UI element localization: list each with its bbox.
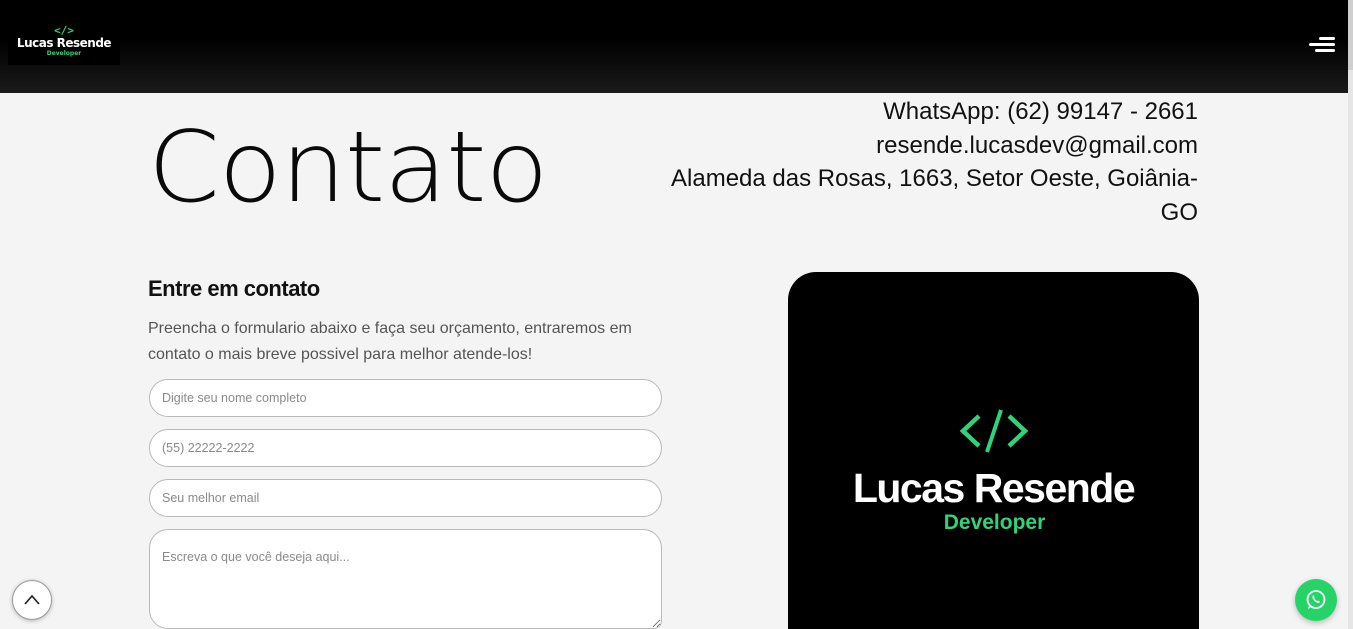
contact-info: WhatsApp: (62) 99147 - 2661 resende.luca… — [660, 95, 1198, 229]
form-title: Entre em contato — [148, 276, 320, 301]
phone-field[interactable] — [149, 429, 662, 467]
whatsapp-icon — [1306, 590, 1326, 609]
code-brackets-icon — [788, 406, 1199, 460]
site-header: </> Lucas Resende Developer — [0, 0, 1348, 93]
card-logo-subtitle: Developer — [943, 511, 1046, 534]
hamburger-menu-icon[interactable] — [1305, 34, 1337, 58]
logo-name: Lucas Resende — [16, 36, 112, 50]
logo-subtitle: Developer — [46, 50, 82, 57]
address-line-2: GO — [1160, 198, 1198, 226]
card-logo-name: Lucas Resende — [852, 465, 1136, 511]
name-field[interactable] — [149, 379, 662, 417]
form-description: Preencha o formulario abaixo e faça seu … — [148, 320, 632, 363]
page-scrollbar[interactable] — [1348, 0, 1353, 629]
page-title: Contato — [148, 111, 548, 225]
scroll-top-button[interactable] — [12, 580, 52, 620]
logo-card: Lucas Resende Developer — [788, 272, 1199, 629]
header-logo[interactable]: </> Lucas Resende Developer — [8, 22, 120, 65]
email-contact: resende.lucasdev@gmail.com — [876, 131, 1198, 159]
whatsapp-button[interactable] — [1295, 579, 1337, 621]
chevron-up-icon — [24, 594, 40, 605]
scrollbar-thumb[interactable] — [1348, 0, 1353, 70]
message-field[interactable] — [149, 529, 662, 629]
email-field[interactable] — [149, 479, 662, 517]
whatsapp-contact: WhatsApp: (62) 99147 - 2661 — [883, 98, 1198, 125]
address-line-1: Alameda das Rosas, 1663, Setor Oeste, Go… — [671, 165, 1198, 192]
